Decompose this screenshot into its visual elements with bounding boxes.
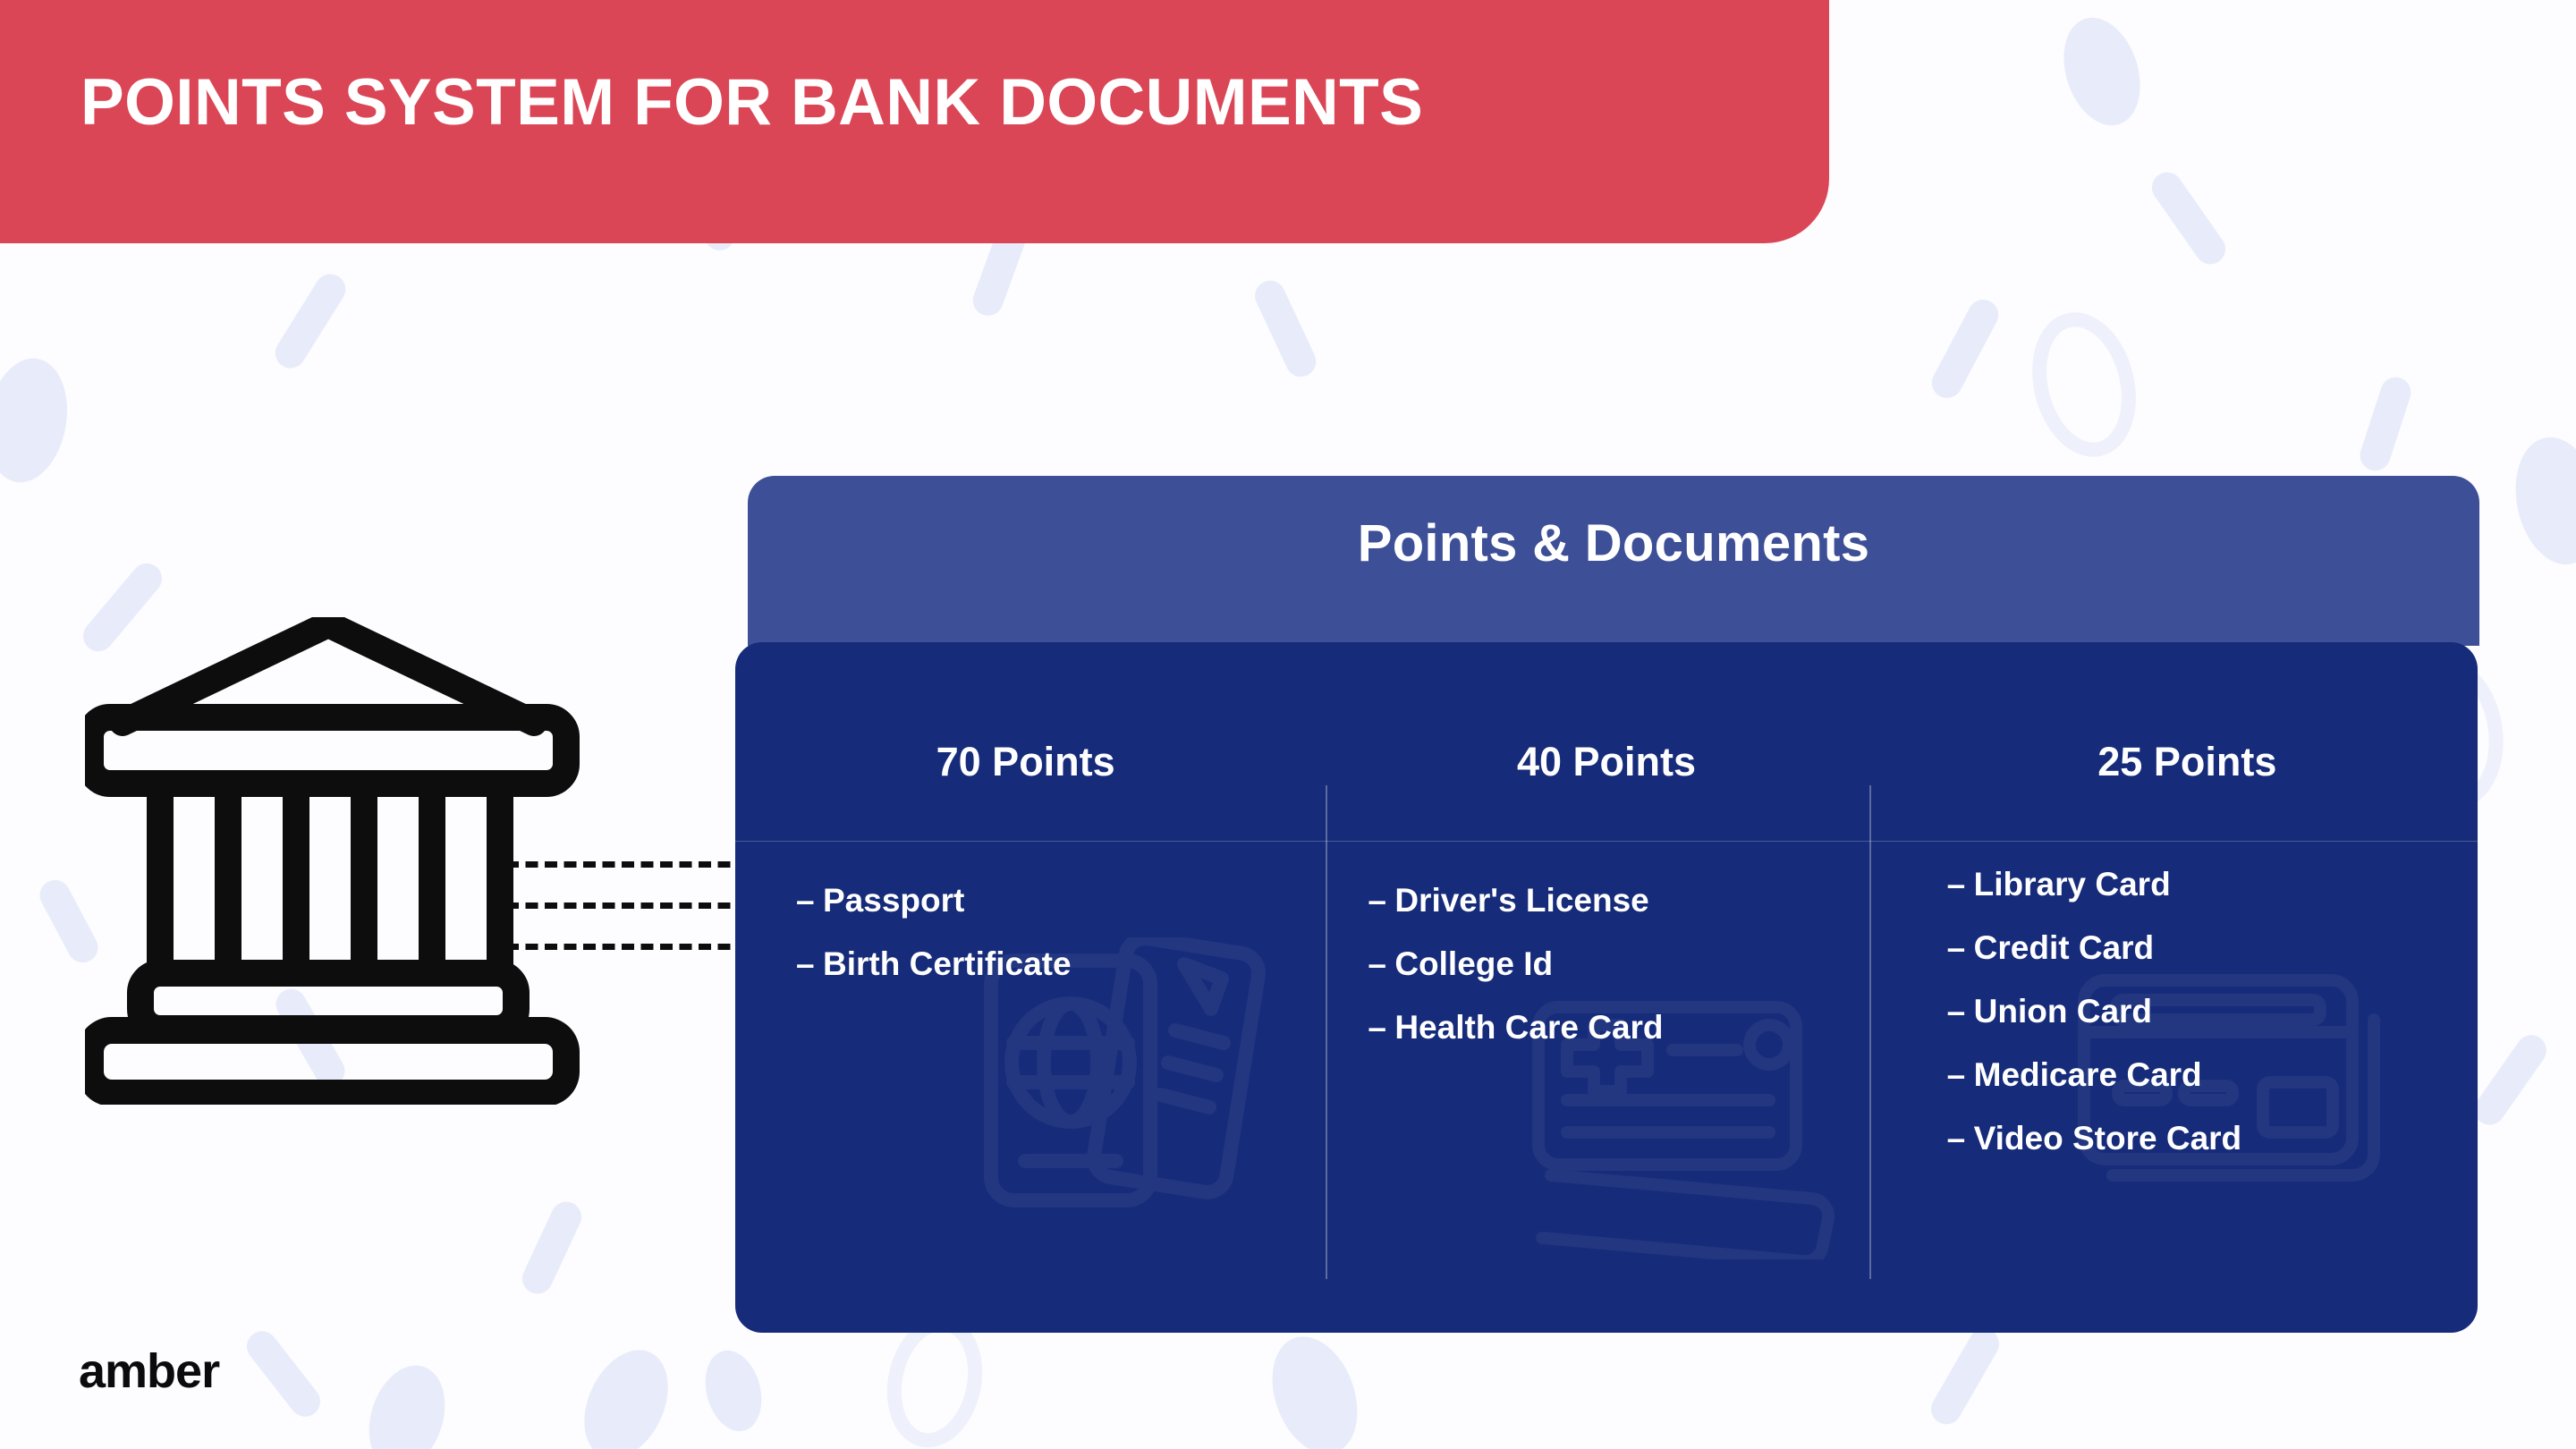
column-heading-70: 70 Points [936,739,1115,784]
list-item: – Driver's License [1368,882,1948,919]
list-item: – Library Card [1947,866,2478,903]
document-list-40: – Driver's License – College Id – Health… [1316,882,1948,1072]
list-item: – Health Care Card [1368,1009,1948,1046]
bullet-dash-icon: – [796,945,815,982]
points-columns: 70 Points – Passport – Birth Certificate [735,642,2478,1333]
infographic-canvas: POINTS SYSTEM FOR BANK DOCUMENTS Points … [0,0,2576,1449]
connector-line-1 [506,861,750,868]
list-item-label: Passport [823,882,965,919]
bullet-dash-icon: – [1946,1056,1966,1093]
points-column-40: 40 Points – Driver's License – College I… [1316,642,1896,1333]
list-item-label: Medicare Card [1973,1056,2202,1093]
list-item-label: Video Store Card [1973,1120,2242,1157]
card-title: Points & Documents [1357,514,1870,572]
bullet-dash-icon: – [796,882,815,919]
connector-line-2 [506,902,750,909]
document-list-25: – Library Card – Credit Card – Union Car… [1897,866,2478,1183]
list-item: – Video Store Card [1947,1120,2478,1157]
list-item-label: Health Care Card [1394,1009,1664,1046]
list-item: – College Id [1368,945,1948,983]
page-title: POINTS SYSTEM FOR BANK DOCUMENTS [80,66,1424,139]
card-body: 70 Points – Passport – Birth Certificate [735,642,2478,1333]
bullet-dash-icon: – [1946,993,1966,1030]
list-item: – Union Card [1947,993,2478,1030]
bullet-dash-icon: – [1946,866,1966,902]
points-column-25: 25 Points – Library Card – Credit Card – [1897,642,2478,1333]
document-list-70: – Passport – Birth Certificate [735,882,1377,1009]
list-item: – Passport [796,882,1377,919]
list-item-label: College Id [1394,945,1554,982]
list-item-label: Birth Certificate [823,945,1072,982]
header-banner: POINTS SYSTEM FOR BANK DOCUMENTS [0,0,1829,243]
list-item-label: Driver's License [1394,882,1649,919]
bullet-dash-icon: – [1368,945,1386,982]
list-item: – Credit Card [1947,929,2478,967]
column-heading-25: 25 Points [2097,739,2277,784]
brand-logo: amber [79,1344,220,1398]
list-item: – Birth Certificate [796,945,1377,983]
list-item-label: Union Card [1973,993,2153,1030]
list-item-label: Library Card [1973,866,2171,902]
bullet-dash-icon: – [1368,882,1386,919]
bullet-dash-icon: – [1946,1120,1966,1157]
connector-line-3 [506,944,750,950]
card-header: Points & Documents [748,476,2479,646]
points-documents-card: Points & Documents 70 Points – Passport … [735,476,2479,1333]
list-item-label: Credit Card [1973,929,2155,966]
points-column-70: 70 Points – Passport – Birth Certificate [735,642,1316,1333]
bullet-dash-icon: – [1946,929,1966,966]
list-item: – Medicare Card [1947,1056,2478,1094]
column-heading-40: 40 Points [1516,739,1697,784]
bullet-dash-icon: – [1368,1009,1386,1046]
